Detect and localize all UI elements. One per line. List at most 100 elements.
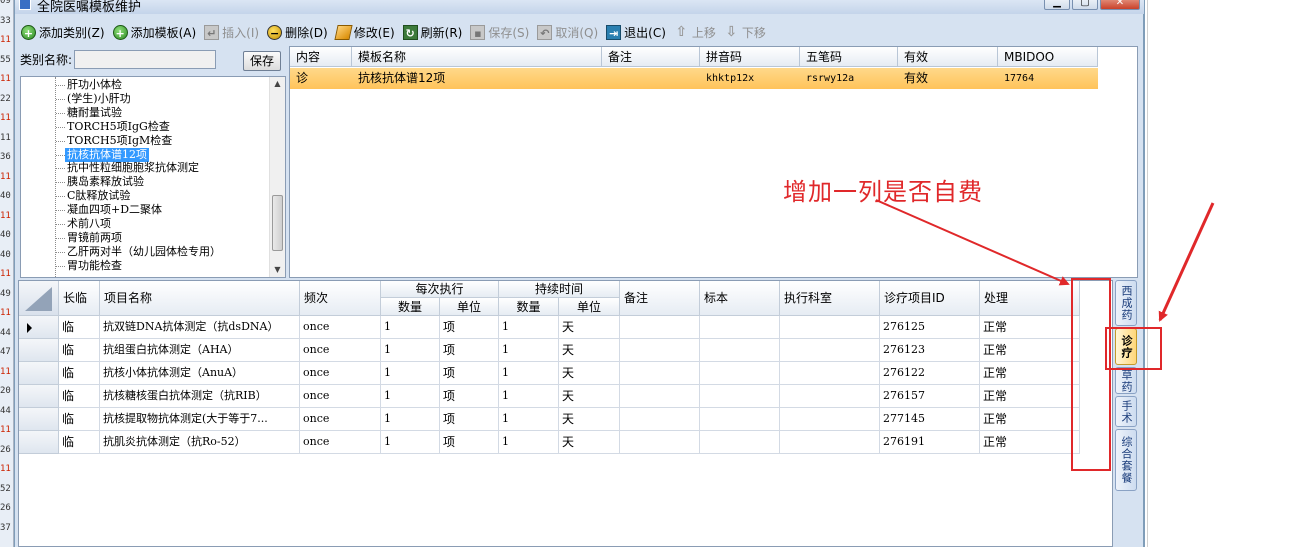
column-subheader[interactable]: 单位: [559, 298, 620, 316]
cell-id[interactable]: 277145: [880, 408, 980, 431]
minimize-button[interactable]: ▁: [1044, 0, 1070, 10]
row-header[interactable]: [19, 431, 59, 454]
template-cell[interactable]: rsrwy12a: [800, 68, 898, 89]
edit-button[interactable]: 修改(E): [334, 22, 395, 42]
cell-dept[interactable]: [780, 362, 880, 385]
cell-remark[interactable]: [620, 408, 700, 431]
cell-dept[interactable]: [780, 431, 880, 454]
table-row[interactable]: 临抗核提取物抗体测定(大于等于7... once 1 项 1 天 277145 正常: [19, 408, 1080, 431]
scroll-up-icon[interactable]: ▲: [270, 77, 285, 91]
cell-id[interactable]: 276122: [880, 362, 980, 385]
cell-dunit[interactable]: 天: [559, 408, 620, 431]
cell-unit[interactable]: 项: [440, 316, 499, 339]
tree-item[interactable]: TORCH5项IgM检查: [67, 134, 172, 148]
save-toolbar-button[interactable]: ▪ 保存(S): [470, 22, 529, 42]
cell-dqty[interactable]: 1: [499, 408, 559, 431]
table-row[interactable]: 临抗核小体抗体测定（AnuA） once 1 项 1 天 276122 正常: [19, 362, 1080, 385]
move-up-button[interactable]: ⇧ 上移: [674, 22, 716, 42]
close-button[interactable]: ✕: [1100, 0, 1140, 10]
cell-type[interactable]: 临: [59, 431, 100, 454]
cell-status[interactable]: 正常: [980, 362, 1080, 385]
cell-dqty[interactable]: 1: [499, 385, 559, 408]
column-header-frequency[interactable]: 频次: [300, 281, 381, 316]
column-header-item-id[interactable]: 诊疗项目ID: [880, 281, 980, 316]
cell-status[interactable]: 正常: [980, 339, 1080, 362]
template-cell[interactable]: 抗核抗体谱12项: [352, 68, 602, 89]
exit-button[interactable]: ⇥ 退出(C): [606, 22, 666, 42]
row-header[interactable]: [19, 316, 59, 339]
cell-type[interactable]: 临: [59, 385, 100, 408]
row-header[interactable]: [19, 408, 59, 431]
title-bar[interactable]: 全院医嘱模板维护 ▁ ▢ ✕: [15, 0, 1144, 15]
insert-button[interactable]: ↵ 插入(I): [204, 22, 259, 42]
tree-item[interactable]: TORCH5项IgG检查: [67, 120, 170, 134]
template-cell[interactable]: 诊: [290, 68, 352, 89]
tree-item[interactable]: C肽释放试验: [67, 189, 130, 203]
table-row[interactable]: 临抗肌炎抗体测定（抗Ro-52） once 1 项 1 天 276191 正常: [19, 431, 1080, 454]
cell-freq[interactable]: once: [300, 408, 381, 431]
column-header-long-temp[interactable]: 长临: [59, 281, 100, 316]
cell-id[interactable]: 276191: [880, 431, 980, 454]
template-column-header[interactable]: 备注: [602, 47, 700, 67]
cell-dept[interactable]: [780, 408, 880, 431]
move-down-button[interactable]: ⇩ 下移: [724, 22, 766, 42]
column-header-dept[interactable]: 执行科室: [780, 281, 880, 316]
tree-item[interactable]: 抗核抗体谱12项: [65, 147, 149, 162]
cell-dunit[interactable]: 天: [559, 385, 620, 408]
table-row[interactable]: 临抗双链DNA抗体测定（抗dsDNA） once 1 项 1 天 276125 正常: [19, 316, 1080, 339]
cell-status[interactable]: 正常: [980, 385, 1080, 408]
template-grid-row[interactable]: 诊抗核抗体谱12项 khktp12x rsrwy12a 有效 17764: [290, 68, 1098, 89]
column-subheader[interactable]: 单位: [440, 298, 499, 316]
cell-qty[interactable]: 1: [381, 385, 440, 408]
cell-specimen[interactable]: [700, 362, 780, 385]
cell-type[interactable]: 临: [59, 362, 100, 385]
column-header-item-name[interactable]: 项目名称: [100, 281, 300, 316]
tree-item[interactable]: 术前八项: [67, 217, 111, 231]
row-header[interactable]: [19, 362, 59, 385]
cell-id[interactable]: 276123: [880, 339, 980, 362]
cancel-button[interactable]: ↶ 取消(Q): [537, 22, 598, 42]
cell-freq[interactable]: once: [300, 385, 381, 408]
cell-type[interactable]: 临: [59, 408, 100, 431]
cell-remark[interactable]: [620, 339, 700, 362]
cell-dept[interactable]: [780, 385, 880, 408]
tree-item[interactable]: 抗中性粒细胞胞浆抗体测定: [67, 161, 199, 175]
tree-item[interactable]: (学生)小肝功: [67, 92, 131, 106]
maximize-button[interactable]: ▢: [1072, 0, 1098, 10]
tree-item[interactable]: 凝血四项+D二聚体: [67, 203, 162, 217]
tree-item[interactable]: 糖耐量试验: [67, 106, 122, 120]
row-header[interactable]: [19, 339, 59, 362]
cell-remark[interactable]: [620, 385, 700, 408]
cell-id[interactable]: 276157: [880, 385, 980, 408]
cell-qty[interactable]: 1: [381, 362, 440, 385]
side-tab[interactable]: 手术: [1115, 396, 1137, 427]
cell-name[interactable]: 抗核提取物抗体测定(大于等于7...: [100, 408, 300, 431]
template-column-header[interactable]: 内容: [290, 47, 352, 67]
cell-dunit[interactable]: 天: [559, 339, 620, 362]
cell-remark[interactable]: [620, 431, 700, 454]
cell-freq[interactable]: once: [300, 362, 381, 385]
tree-item[interactable]: 肝功小体检: [67, 78, 122, 92]
cell-qty[interactable]: 1: [381, 316, 440, 339]
cell-name[interactable]: 抗肌炎抗体测定（抗Ro-52）: [100, 431, 300, 454]
cell-specimen[interactable]: [700, 431, 780, 454]
cell-specimen[interactable]: [700, 316, 780, 339]
column-header-remark[interactable]: 备注: [620, 281, 700, 316]
cell-status[interactable]: 正常: [980, 408, 1080, 431]
scroll-down-icon[interactable]: ▼: [270, 263, 285, 277]
template-cell[interactable]: 有效: [898, 68, 998, 89]
side-tab[interactable]: 综合套餐: [1115, 429, 1137, 491]
cell-dunit[interactable]: 天: [559, 316, 620, 339]
cell-status[interactable]: 正常: [980, 431, 1080, 454]
grid-corner[interactable]: [19, 281, 59, 316]
cell-freq[interactable]: once: [300, 339, 381, 362]
template-column-header[interactable]: 拼音码: [700, 47, 800, 67]
tree-item[interactable]: 胃镜前两项: [67, 231, 122, 245]
save-button[interactable]: 保存: [243, 51, 281, 71]
cell-qty[interactable]: 1: [381, 339, 440, 362]
scroll-thumb[interactable]: [272, 195, 283, 251]
cell-dept[interactable]: [780, 316, 880, 339]
cell-freq[interactable]: once: [300, 431, 381, 454]
cell-name[interactable]: 抗双链DNA抗体测定（抗dsDNA）: [100, 316, 300, 339]
cell-unit[interactable]: 项: [440, 431, 499, 454]
